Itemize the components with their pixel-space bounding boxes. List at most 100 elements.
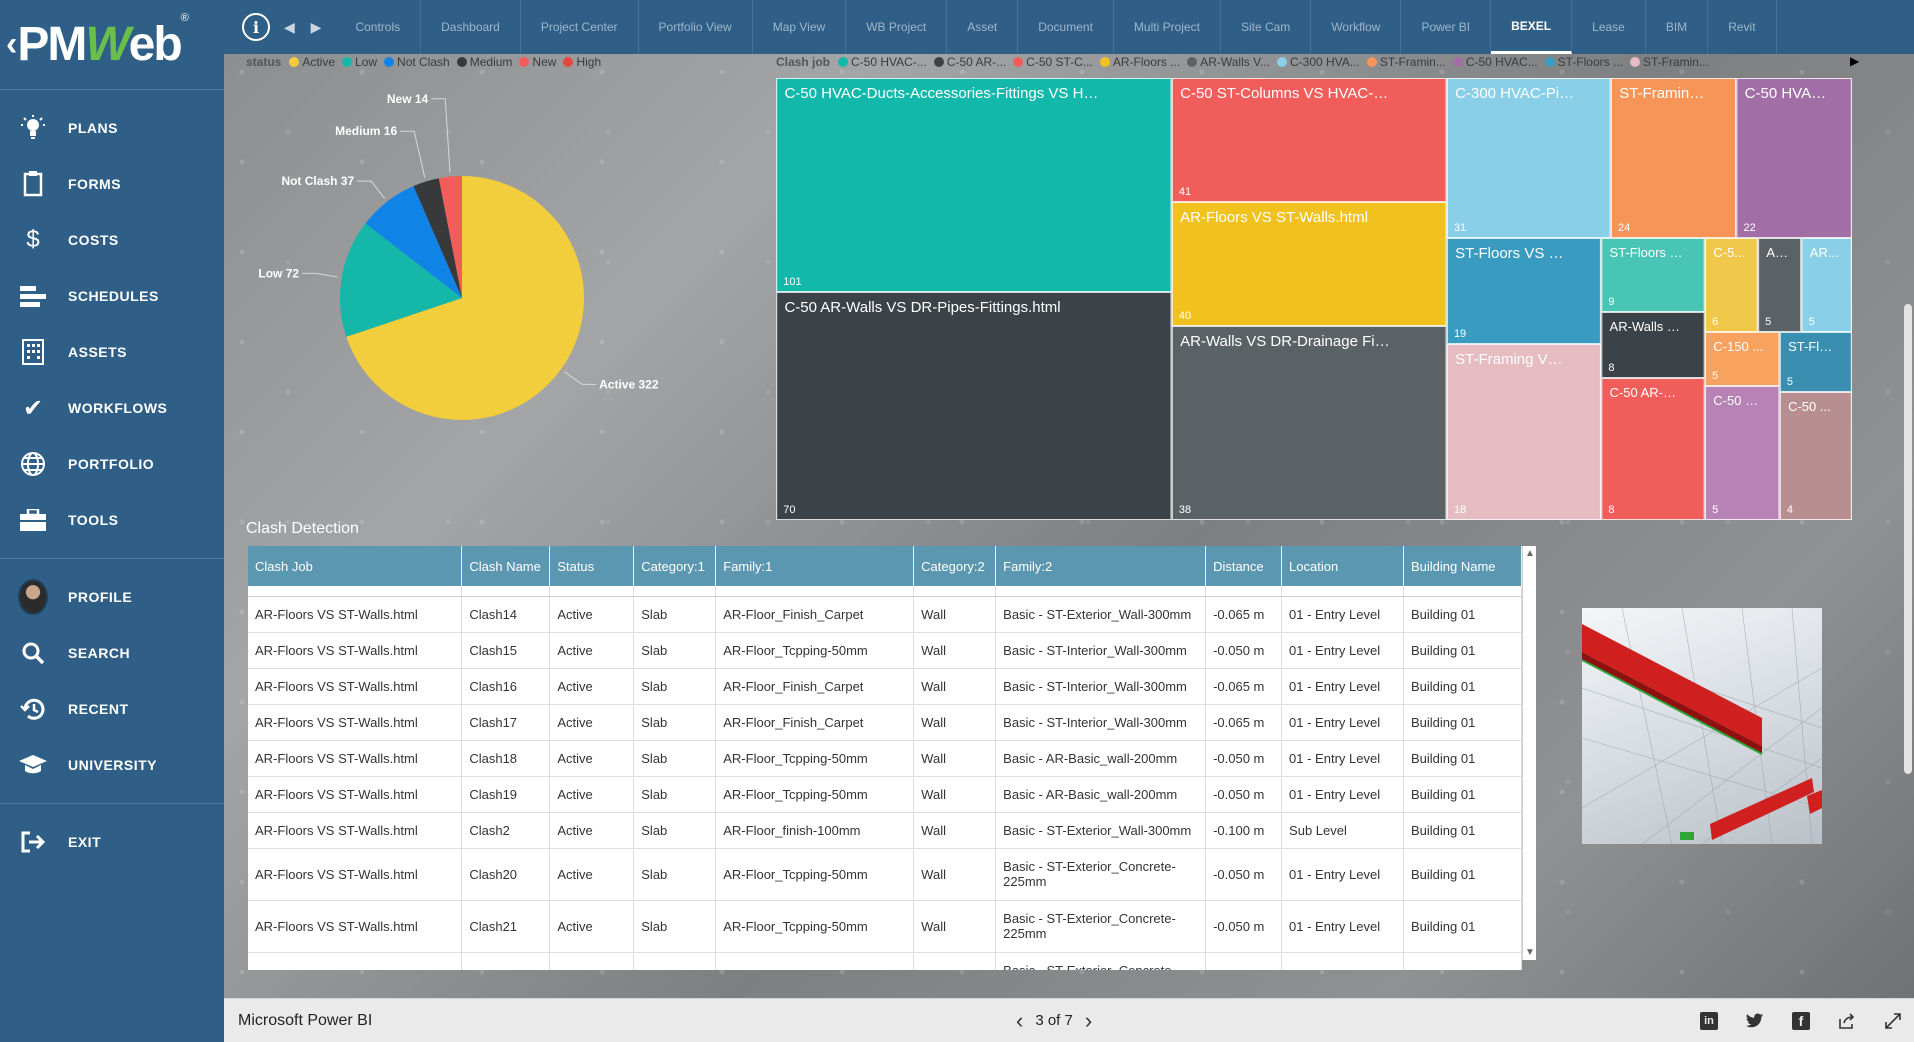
sidebar-item-recent[interactable]: RECENT — [0, 681, 224, 737]
legend-item[interactable]: AR-Walls V... — [1187, 55, 1270, 69]
tab-power-bi[interactable]: Power BI — [1401, 0, 1492, 54]
legend-item[interactable]: AR-Floors ... — [1099, 55, 1180, 69]
table-row[interactable]: AR-Floors VS ST-Walls.html Clash21 Active S… — [248, 900, 1522, 953]
column-header[interactable]: Category:1 — [633, 546, 717, 586]
tab-multi-project[interactable]: Multi Project — [1114, 0, 1221, 54]
table-scrollbar[interactable]: ▲ ▼ — [1522, 546, 1536, 960]
tab-bexel[interactable]: BEXEL — [1491, 0, 1573, 54]
legend-item[interactable]: Medium — [456, 55, 512, 69]
column-header[interactable]: Building Name — [1403, 546, 1522, 586]
sidebar-item-costs[interactable]: $ COSTS — [0, 212, 224, 268]
legend-item[interactable]: C-50 ST-C... — [1013, 55, 1093, 69]
legend-item[interactable]: Low — [342, 55, 377, 69]
sidebar-item-forms[interactable]: FORMS — [0, 156, 224, 212]
table-row[interactable]: AR-Floors VS ST-Walls.html Clash17 Active S… — [248, 704, 1522, 741]
column-header[interactable]: Clash Name — [461, 546, 551, 586]
treemap-cell[interactable]: ST-Framing VS... 24 — [1610, 78, 1737, 238]
table-row[interactable]: AR-Floors VS ST-Walls.htmlClash22ActiveS… — [248, 952, 1522, 970]
tab-wb-project[interactable]: WB Project — [846, 0, 948, 54]
tab-asset[interactable]: Asset — [947, 0, 1019, 54]
table-row[interactable]: AR-Floors VS ST-Walls.html Clash18 Active S… — [248, 740, 1522, 777]
legend-item[interactable]: High — [563, 55, 601, 69]
fullscreen-icon[interactable] — [1884, 1012, 1902, 1030]
treemap-cell[interactable]: C-50 HVAC-Ducts-Accessories-Fittings VS … — [776, 78, 1172, 292]
treemap-cell[interactable]: C-50 ... 4 — [1779, 392, 1853, 520]
treemap-cell[interactable]: C-150 ... 5 — [1704, 332, 1780, 386]
tab-lease[interactable]: Lease — [1572, 0, 1646, 54]
treemap-cell[interactable]: C-50 S... 5 — [1704, 386, 1780, 520]
column-header[interactable]: Family:1 — [715, 546, 915, 586]
treemap-cell[interactable]: ST-Framing VS EL-... 18 — [1446, 344, 1602, 520]
table-row[interactable]: AR-Floors VS ST-Walls.html Clash20 Active S… — [248, 848, 1522, 901]
linkedin-icon[interactable]: in — [1700, 1011, 1718, 1030]
treemap-cell[interactable]: ST-Floors V... 9 — [1601, 238, 1705, 312]
status-pie-chart[interactable]: Active 322 Low 72 Not Clash 37 Medium 16 New… — [242, 82, 762, 522]
legend-item[interactable]: C-300 HVA... — [1277, 55, 1360, 69]
column-header[interactable]: Family:2 — [995, 546, 1207, 586]
sidebar-item-portfolio[interactable]: PORTFOLIO — [0, 436, 224, 492]
tab-scroll-arrows-icon[interactable]: ◀ ▶ — [284, 19, 327, 36]
next-page-button[interactable]: › — [1073, 1008, 1104, 1034]
sidebar-item-plans[interactable]: PLANS — [0, 100, 224, 156]
table-row[interactable]: AR-Floors VS ST-Walls.html Clash16 Active S… — [248, 668, 1522, 705]
tab-dashboard[interactable]: Dashboard — [421, 0, 521, 54]
back-chevron-icon[interactable]: ‹ — [6, 25, 17, 64]
scroll-up-icon[interactable]: ▲ — [1525, 548, 1535, 559]
tab-portfolio-view[interactable]: Portfolio View — [639, 0, 753, 54]
treemap-cell[interactable]: C-300 HVAC-Pipes-... 31 — [1446, 78, 1611, 238]
tab-document[interactable]: Document — [1018, 0, 1114, 54]
scroll-down-icon[interactable]: ▼ — [1525, 947, 1535, 958]
sidebar-item-search[interactable]: SEARCH — [0, 625, 224, 681]
legend-item[interactable]: C-50 HVAC-... — [838, 55, 927, 69]
column-header[interactable]: Distance — [1205, 546, 1283, 586]
sidebar-item-assets[interactable]: ASSETS — [0, 324, 224, 380]
tab-workflow[interactable]: Workflow — [1311, 0, 1402, 54]
legend-item[interactable]: C-50 AR-... — [933, 55, 1006, 69]
treemap-cell[interactable]: ST-Flo... 5 — [1779, 332, 1853, 392]
tab-map-view[interactable]: Map View — [753, 0, 847, 54]
table-row[interactable]: AR-Floors VS ST-Walls.html Clash15 Active S… — [248, 632, 1522, 669]
column-header[interactable]: Status — [549, 546, 635, 586]
page-scrollbar[interactable] — [1904, 304, 1912, 774]
sidebar-item-schedules[interactable]: SCHEDULES — [0, 268, 224, 324]
treemap-cell[interactable]: AR-Walls VS DR-Drainage Fixtures.ht... 38 — [1171, 326, 1447, 520]
column-header[interactable]: Category:2 — [913, 546, 997, 586]
legend-item[interactable]: ST-Floors ... — [1544, 55, 1623, 69]
legend-item[interactable]: Not Clash — [384, 55, 450, 69]
legend-item[interactable]: C-50 HVAC... — [1452, 55, 1538, 69]
tab-site-cam[interactable]: Site Cam — [1221, 0, 1312, 54]
facebook-icon[interactable]: f — [1792, 1011, 1810, 1030]
table-row[interactable]: AR-Floors VS ST-Walls.html Clash14 Active S… — [248, 596, 1522, 633]
legend-next-arrow-icon[interactable]: ▶ — [1850, 54, 1859, 68]
legend-item[interactable]: Active — [289, 55, 335, 69]
clash-job-treemap[interactable]: C-50 HVAC-Ducts-Accessories-Fittings VS … — [776, 78, 1853, 520]
tab-revit[interactable]: Revit — [1708, 0, 1777, 54]
sidebar-item-workflows[interactable]: ✔ WORKFLOWS — [0, 380, 224, 436]
tab-controls[interactable]: Controls — [335, 0, 422, 54]
sidebar-item-tools[interactable]: TOOLS — [0, 492, 224, 548]
treemap-cell[interactable]: C-5... 6 — [1704, 238, 1758, 332]
sidebar-item-exit[interactable]: EXIT — [0, 814, 224, 870]
twitter-icon[interactable] — [1746, 1012, 1764, 1030]
sidebar-item-university[interactable]: UNIVERSITY — [0, 737, 224, 793]
legend-item[interactable]: ST-Framin... — [1366, 55, 1446, 69]
prev-page-button[interactable]: ‹ — [1004, 1008, 1035, 1034]
sidebar-item-profile[interactable]: PROFILE — [0, 569, 224, 625]
treemap-cell[interactable]: AR-Walls V... 8 — [1601, 312, 1705, 378]
share-icon[interactable] — [1838, 1012, 1856, 1030]
pmweb-logo[interactable]: ‹ PMWeb ® — [0, 0, 224, 90]
table-row[interactable]: AR-Floors VS ST-Walls.html Clash2 Active Sl… — [248, 812, 1522, 849]
info-icon[interactable]: i — [242, 13, 270, 41]
treemap-cell[interactable]: AR... 5 — [1801, 238, 1853, 332]
pie-chart-svg[interactable]: Active 322 Low 72 Not Clash 37 Medium 16 New… — [242, 82, 762, 522]
tab-project-center[interactable]: Project Center — [521, 0, 639, 54]
column-header[interactable]: Clash Job — [248, 546, 463, 586]
table-row[interactable]: AR-Floors VS ST-Walls.html Clash19 Active S… — [248, 776, 1522, 813]
treemap-cell[interactable]: AR... 5 — [1757, 238, 1802, 332]
legend-item[interactable]: New — [519, 55, 556, 69]
legend-item[interactable]: ST-Framin... — [1629, 55, 1709, 69]
treemap-cell[interactable]: C-50 AR-Walls VS DR-Pipes-Fittings.html 7… — [776, 292, 1172, 520]
column-header[interactable]: Location — [1281, 546, 1404, 586]
treemap-cell[interactable]: AR-Floors VS ST-Walls.html 40 — [1171, 202, 1447, 326]
clash-detection-table[interactable]: Clash Job Clash Name Status Category:1 Famil… — [248, 546, 1522, 970]
